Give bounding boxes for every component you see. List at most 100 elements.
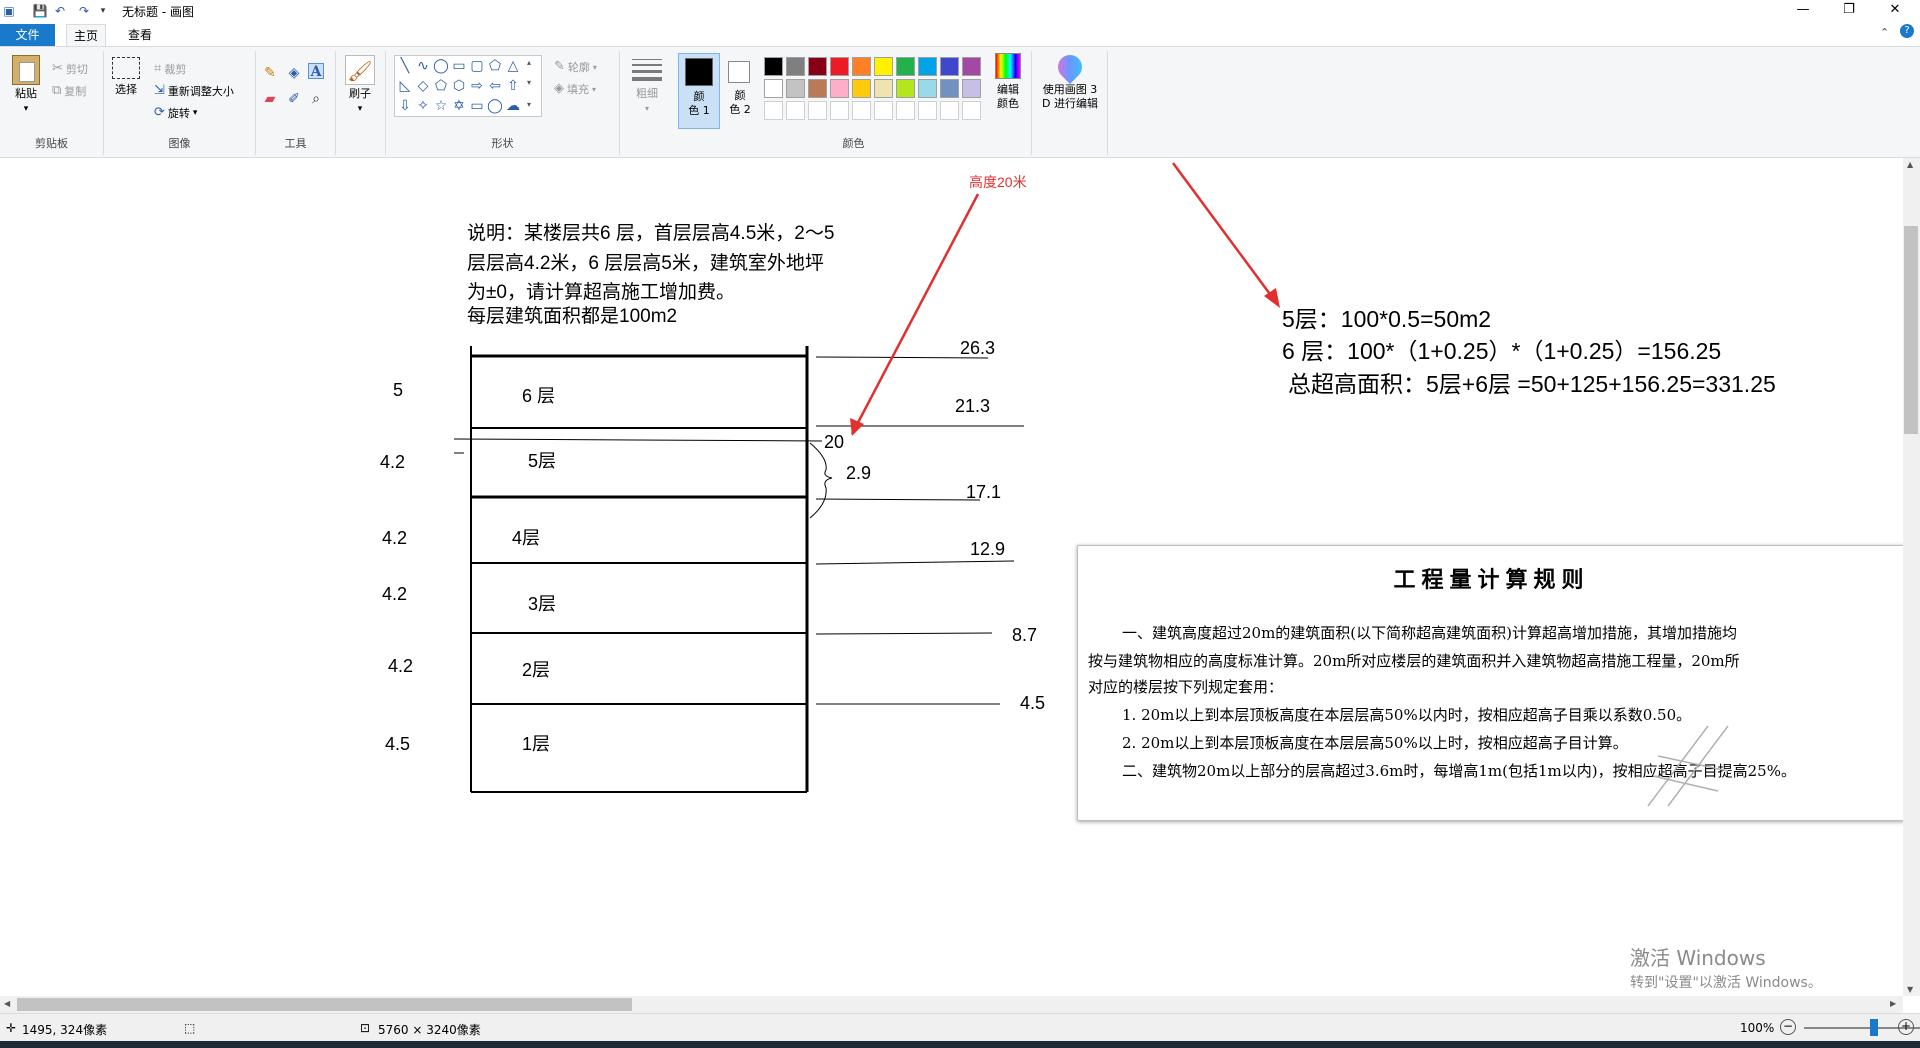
palette-swatch[interactable] <box>808 57 827 76</box>
gallery-up-icon[interactable]: ▴ <box>527 58 531 67</box>
gallery-more-icon[interactable]: ▾ <box>527 100 531 109</box>
scroll-left-icon[interactable]: ◀ <box>4 999 10 1008</box>
callout-cloud-icon[interactable]: ☁ <box>505 98 521 114</box>
callout-rect-icon[interactable]: ▭ <box>469 98 485 114</box>
outline-button[interactable]: ✎ 轮廓 ▾ <box>554 59 597 75</box>
scroll-right-icon[interactable]: ▶ <box>1890 999 1896 1008</box>
zoom-out-button[interactable]: − <box>1780 1019 1796 1035</box>
close-button[interactable]: ✕ <box>1872 0 1918 22</box>
pentagon-shape-icon[interactable]: ⬠ <box>433 78 449 94</box>
curve-shape-icon[interactable]: ∿ <box>415 58 431 74</box>
fill-icon[interactable]: ◈ <box>286 65 302 81</box>
palette-swatch[interactable] <box>852 57 871 76</box>
undo-icon[interactable]: ↶ <box>52 3 68 19</box>
paste-button[interactable]: 粘贴 ▾ <box>8 55 44 116</box>
six-point-star-icon[interactable]: ✡ <box>451 98 467 114</box>
palette-swatch[interactable] <box>830 57 849 76</box>
line-shape-icon[interactable]: ╲ <box>397 58 413 74</box>
brush-button[interactable]: 🖌 刷子 ▾ <box>342 55 378 116</box>
minimize-button[interactable]: — <box>1780 0 1826 22</box>
palette-swatch[interactable] <box>896 57 915 76</box>
rounded-rect-shape-icon[interactable]: ▢ <box>469 58 485 74</box>
palette-swatch[interactable] <box>918 57 937 76</box>
help-icon[interactable]: ? <box>1900 24 1914 38</box>
palette-swatch[interactable] <box>940 79 959 98</box>
custom-color-slot[interactable] <box>940 101 959 120</box>
palette-swatch[interactable] <box>852 79 871 98</box>
rotate-button[interactable]: ⟳ 旋转 ▾ <box>154 105 197 121</box>
palette-swatch[interactable] <box>918 79 937 98</box>
collapse-ribbon-icon[interactable]: ⌃ <box>1880 26 1889 39</box>
polygon-shape-icon[interactable]: ⬠ <box>487 58 503 74</box>
palette-swatch[interactable] <box>808 79 827 98</box>
palette-swatch[interactable] <box>874 57 893 76</box>
custom-color-slot[interactable] <box>962 101 981 120</box>
resize-button[interactable]: ⇲ 重新调整大小 <box>154 83 234 99</box>
scroll-up-icon[interactable]: ▲ <box>1907 160 1913 169</box>
palette-swatch[interactable] <box>764 57 783 76</box>
paint-app-icon[interactable]: ▣ <box>2 3 16 19</box>
custom-color-slot[interactable] <box>764 101 783 120</box>
horizontal-scroll-thumb[interactable] <box>17 998 632 1011</box>
tab-file[interactable]: 文件 <box>0 24 55 46</box>
cut-button[interactable]: ✂ 剪切 <box>52 61 88 77</box>
copy-button[interactable]: ⧉ 复制 <box>52 83 86 99</box>
color-picker-icon[interactable]: ✐ <box>286 91 302 107</box>
rules-image[interactable]: 工程量计算规则 一、建筑高度超过20m的建筑面积(以下简称超高建筑面积)计算超高… <box>1077 545 1903 821</box>
palette-swatch[interactable] <box>962 57 981 76</box>
paint3d-button[interactable]: 使用画图 3D 进行编辑 <box>1034 50 1106 111</box>
four-point-star-icon[interactable]: ✧ <box>415 98 431 114</box>
five-point-star-icon[interactable]: ☆ <box>433 98 449 114</box>
fill-button[interactable]: ◈ 填充 ▾ <box>554 81 596 97</box>
right-arrow-shape-icon[interactable]: ⇨ <box>469 78 485 94</box>
palette-swatch[interactable] <box>874 79 893 98</box>
triangle-shape-icon[interactable]: △ <box>505 58 521 74</box>
text-icon[interactable]: A <box>308 63 324 80</box>
oval-shape-icon[interactable]: ◯ <box>433 58 449 74</box>
eraser-icon[interactable]: ▰ <box>262 91 278 107</box>
magnifier-icon[interactable]: ⌕ <box>308 91 324 107</box>
elev-label-4-5: 4.5 <box>1020 693 1046 713</box>
left-arrow-shape-icon[interactable]: ⇦ <box>487 78 503 94</box>
palette-swatch[interactable] <box>786 79 805 98</box>
redo-icon[interactable]: ↷ <box>76 3 92 19</box>
custom-color-slot[interactable] <box>874 101 893 120</box>
pencil-icon[interactable]: ✎ <box>262 65 278 81</box>
palette-swatch[interactable] <box>830 79 849 98</box>
size-button[interactable]: 粗细 ▾ <box>628 59 666 116</box>
custom-color-slot[interactable] <box>896 101 915 120</box>
vertical-scroll-thumb[interactable] <box>1904 226 1918 434</box>
diamond-shape-icon[interactable]: ◇ <box>415 78 431 94</box>
zoom-in-button[interactable]: + <box>1898 1019 1914 1035</box>
gallery-down-icon[interactable]: ▾ <box>527 78 531 87</box>
palette-swatch[interactable] <box>962 79 981 98</box>
custom-color-slot[interactable] <box>918 101 937 120</box>
palette-swatch[interactable] <box>764 79 783 98</box>
palette-swatch[interactable] <box>940 57 959 76</box>
customize-quick-access-icon[interactable]: ▾ <box>98 3 108 19</box>
scroll-down-icon[interactable]: ▼ <box>1907 985 1913 994</box>
down-arrow-shape-icon[interactable]: ⇩ <box>397 98 413 114</box>
custom-color-slot[interactable] <box>808 101 827 120</box>
custom-color-slot[interactable] <box>786 101 805 120</box>
rectangle-shape-icon[interactable]: ▭ <box>451 58 467 74</box>
shapes-gallery[interactable]: ╲ ∿ ◯ ▭ ▢ ⬠ △ ◺ ◇ ⬠ ⬡ ⇨ ⇦ ⇧ ⇩ ✧ ☆ ✡ ▭ ◯ … <box>394 55 542 117</box>
palette-swatch[interactable] <box>786 57 805 76</box>
right-triangle-shape-icon[interactable]: ◺ <box>397 78 413 94</box>
edit-colors-button[interactable]: 编辑 颜色 <box>988 53 1028 111</box>
elev-label-12-9: 12.9 <box>970 539 1006 559</box>
rotate-icon: ⟳ <box>154 105 165 120</box>
save-icon[interactable]: 💾 <box>32 3 48 19</box>
palette-swatch[interactable] <box>896 79 915 98</box>
zoom-slider-thumb[interactable] <box>1870 1019 1878 1036</box>
up-arrow-shape-icon[interactable]: ⇧ <box>505 78 521 94</box>
custom-color-slot[interactable] <box>852 101 871 120</box>
maximize-button[interactable]: ❐ <box>1826 0 1872 22</box>
custom-color-slot[interactable] <box>830 101 849 120</box>
hexagon-shape-icon[interactable]: ⬡ <box>451 78 467 94</box>
callout-oval-icon[interactable]: ◯ <box>487 98 503 114</box>
crop-button[interactable]: ⌗ 裁剪 <box>154 61 186 77</box>
select-button[interactable]: 选择 <box>110 57 142 97</box>
tab-home[interactable]: 主页 <box>66 24 106 47</box>
tab-view[interactable]: 查看 <box>120 24 160 46</box>
